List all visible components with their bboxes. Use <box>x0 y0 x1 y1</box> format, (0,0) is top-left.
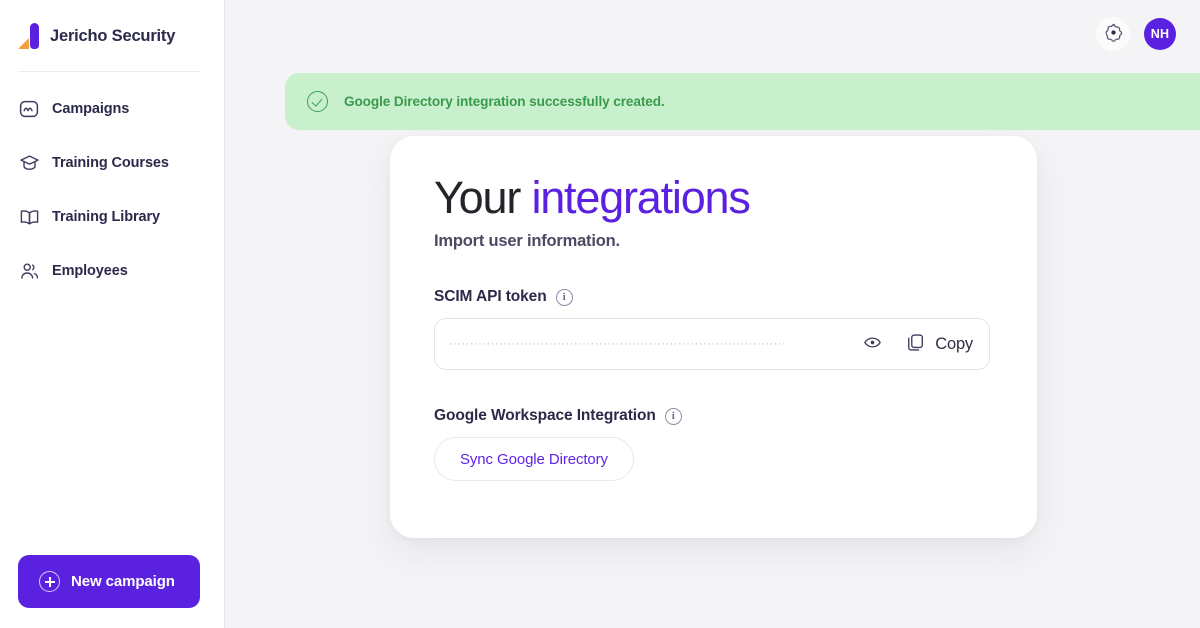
plus-circle-icon <box>39 571 60 592</box>
reveal-token-button[interactable] <box>862 332 883 356</box>
new-campaign-label: New campaign <box>71 573 175 590</box>
page-title-accent: integrations <box>531 172 750 223</box>
integrations-card: Your integrations Import user informatio… <box>390 136 1037 538</box>
google-workspace-label: Google Workspace Integration <box>434 407 656 425</box>
sidebar-item-label: Employees <box>52 263 128 279</box>
page-subtitle: Import user information. <box>434 232 620 251</box>
sidebar-item-label: Training Courses <box>52 155 169 171</box>
scim-token-label: SCIM API token <box>434 288 547 306</box>
success-toast: Google Directory integration successfull… <box>285 73 1200 130</box>
check-circle-icon <box>307 91 328 112</box>
sync-google-directory-button[interactable]: Sync Google Directory <box>434 437 634 482</box>
people-icon <box>18 260 40 282</box>
sidebar-item-campaigns[interactable]: Campaigns <box>0 92 224 126</box>
sidebar-item-training-library[interactable]: Training Library <box>0 200 224 234</box>
info-icon[interactable]: i <box>664 407 682 425</box>
open-book-icon <box>18 206 40 228</box>
app-root: Jericho Security Campaigns Training Cour… <box>0 0 1200 628</box>
scim-token-label-row: SCIM API token i <box>434 288 991 306</box>
new-campaign-button[interactable]: New campaign <box>18 555 200 608</box>
sidebar: Jericho Security Campaigns Training Cour… <box>0 0 225 628</box>
sidebar-item-label: Training Library <box>52 209 160 225</box>
graduation-cap-icon <box>18 152 40 174</box>
copy-token-button[interactable]: Copy <box>905 332 973 356</box>
sidebar-item-training-courses[interactable]: Training Courses <box>0 146 224 180</box>
avatar[interactable]: NH <box>1144 18 1176 50</box>
main-content: NH Your integrations Import user informa… <box>225 0 1200 628</box>
toast-message: Google Directory integration successfull… <box>344 94 665 109</box>
topbar: NH <box>225 0 1200 68</box>
brand[interactable]: Jericho Security <box>0 0 224 52</box>
campaign-wave-icon <box>18 98 40 120</box>
info-icon[interactable]: i <box>555 288 573 306</box>
settings-button[interactable] <box>1096 17 1130 51</box>
scim-token-input[interactable]: ········································… <box>449 339 862 350</box>
page-title: Your integrations <box>434 174 991 221</box>
copy-icon <box>905 332 926 356</box>
sidebar-nav: Campaigns Training Courses Training Libr… <box>0 72 224 288</box>
page-title-plain: Your <box>434 172 532 223</box>
sidebar-item-employees[interactable]: Employees <box>0 254 224 288</box>
jericho-logo-icon <box>18 23 40 49</box>
google-workspace-label-row: Google Workspace Integration i <box>434 407 991 425</box>
scim-token-field[interactable]: ········································… <box>434 318 990 371</box>
copy-label: Copy <box>935 334 973 353</box>
brand-name: Jericho Security <box>50 26 176 45</box>
gear-icon <box>1104 23 1123 45</box>
sidebar-item-label: Campaigns <box>52 101 130 117</box>
eye-icon <box>862 332 883 356</box>
